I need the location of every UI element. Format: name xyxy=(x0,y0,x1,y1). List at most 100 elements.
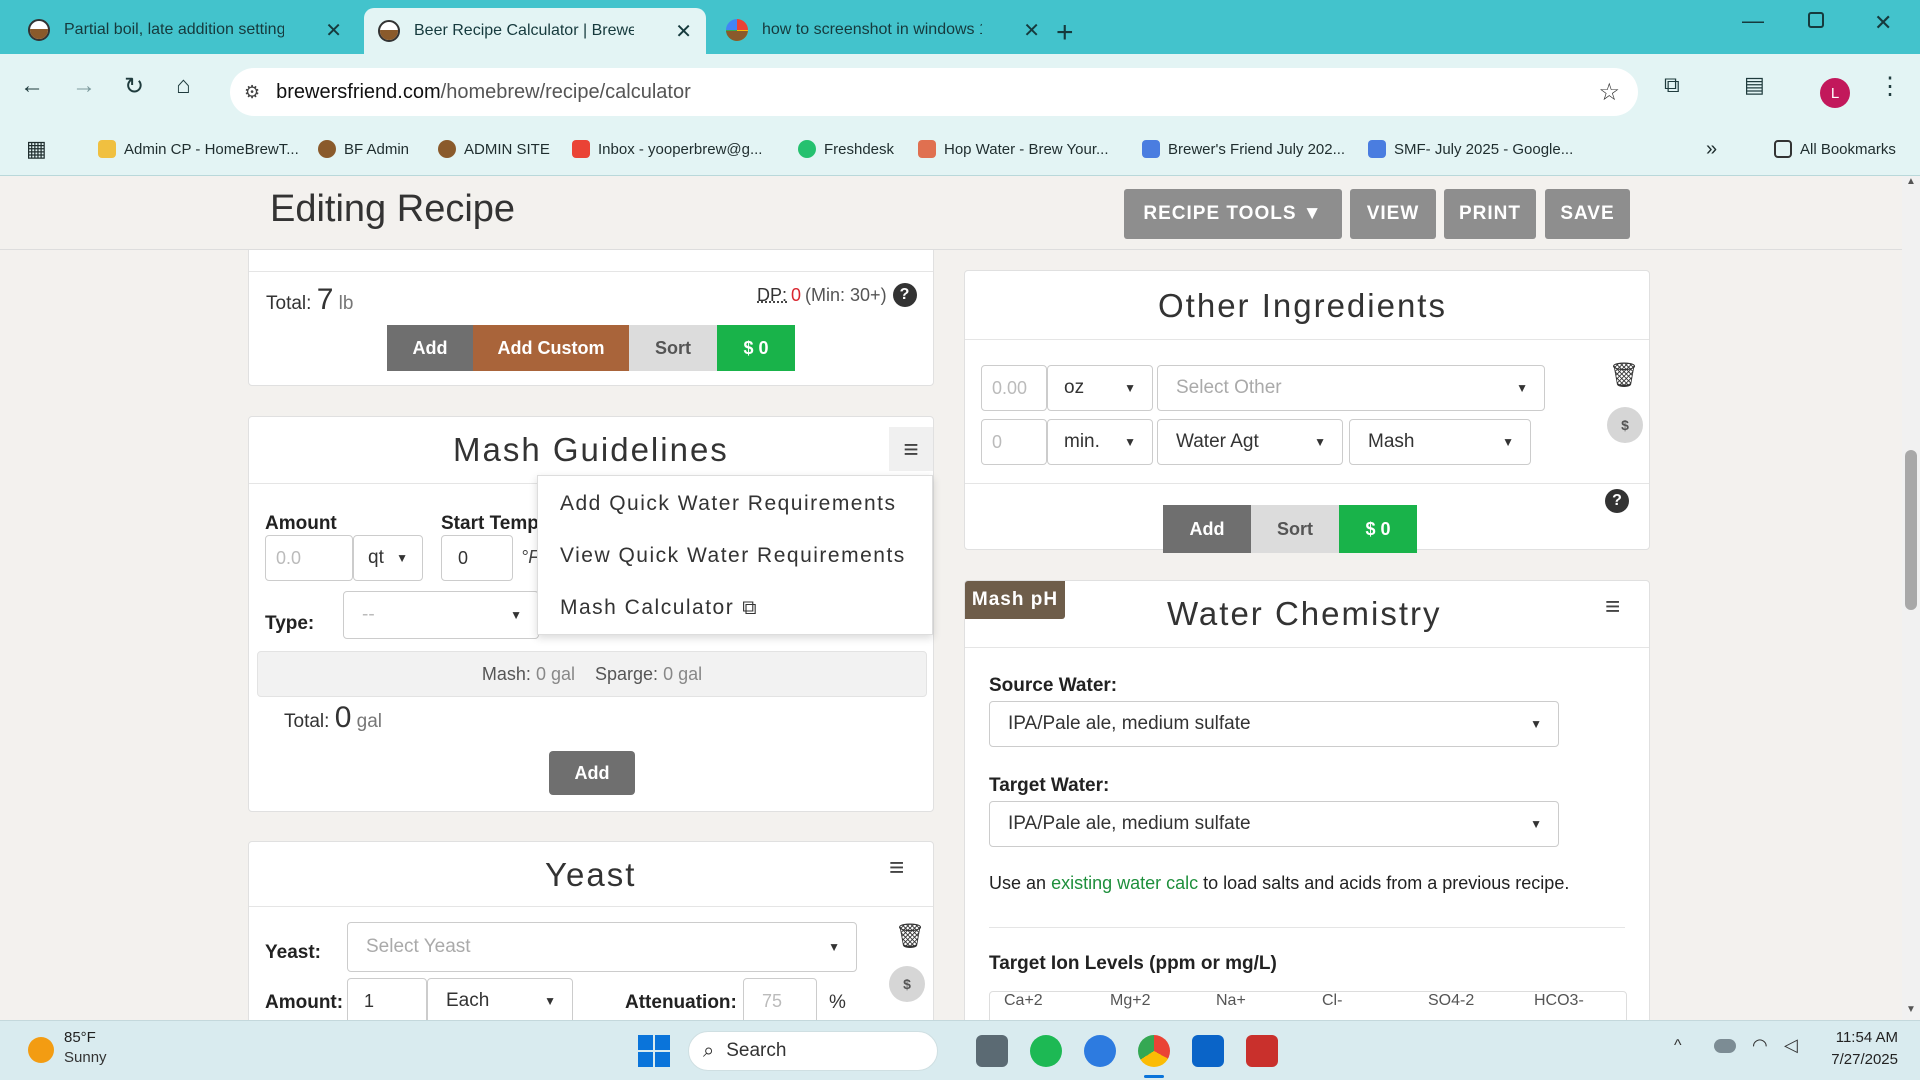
bookmark-inbox[interactable]: Inbox - yooperbrew@g... xyxy=(572,140,762,158)
fermentables-cost-button[interactable]: $ 0 xyxy=(717,325,795,371)
other-type-select[interactable]: Water Agt ▼ xyxy=(1157,419,1343,465)
help-icon[interactable]: ? xyxy=(1605,489,1629,513)
sort-other-button[interactable]: Sort xyxy=(1251,505,1339,553)
sun-weather-icon[interactable] xyxy=(28,1037,54,1063)
select-other-ingredient[interactable]: Select Other ▼ xyxy=(1157,365,1545,411)
save-button[interactable]: SAVE xyxy=(1545,189,1630,239)
restore-icon[interactable] xyxy=(1808,12,1824,28)
water-menu-icon[interactable]: ≡ xyxy=(1605,591,1620,622)
freshdesk-icon xyxy=(798,140,816,158)
other-time-unit-select[interactable]: min. ▼ xyxy=(1047,419,1153,465)
bookmark-star-icon[interactable]: ☆ xyxy=(1598,78,1620,107)
volume-icon[interactable]: ◁ xyxy=(1784,1035,1798,1056)
other-cost-icon[interactable]: $ xyxy=(1607,407,1643,443)
more-bookmarks-icon[interactable]: » xyxy=(1706,138,1717,161)
onedrive-icon[interactable] xyxy=(1714,1039,1736,1053)
tab-recipe-calculator[interactable]: Beer Recipe Calculator | Brewer's Frien … xyxy=(364,8,706,54)
sort-fermentables-button[interactable]: Sort xyxy=(629,325,717,371)
mash-amount-unit-select[interactable]: qt ▼ xyxy=(353,535,423,581)
clock-date[interactable]: 7/27/2025 xyxy=(1808,1051,1898,1068)
window-close-icon[interactable]: ✕ xyxy=(1874,10,1892,36)
outlook-icon[interactable] xyxy=(1192,1035,1224,1067)
mash-amount-input[interactable]: 0.0 xyxy=(265,535,353,581)
menu-item-view-quick-water[interactable]: View Quick Water Requirements xyxy=(560,544,906,568)
ion-chloride: Cl- xyxy=(1322,992,1343,1009)
bookmark-bf-admin[interactable]: BF Admin xyxy=(318,140,409,158)
minimize-icon[interactable]: — xyxy=(1742,8,1764,34)
help-icon[interactable]: ? xyxy=(892,283,917,307)
view-button[interactable]: VIEW xyxy=(1350,189,1436,239)
bookmark-admin-site[interactable]: ADMIN SITE xyxy=(438,140,550,158)
print-button[interactable]: PRINT xyxy=(1444,189,1536,239)
show-hidden-icons[interactable]: ^ xyxy=(1674,1037,1682,1055)
home-icon[interactable]: ⌂ xyxy=(176,72,191,100)
clock-time[interactable]: 11:54 AM xyxy=(1808,1029,1898,1046)
tab-google-search[interactable]: how to screenshot in windows 11 - Go ✕ xyxy=(712,8,1054,52)
snipping-tool-icon[interactable] xyxy=(1246,1035,1278,1067)
spotify-icon[interactable] xyxy=(1030,1035,1062,1067)
add-other-button[interactable]: Add xyxy=(1163,505,1251,553)
source-water-label: Source Water: xyxy=(989,675,1118,696)
page-scrollbar[interactable]: ▲ ▼ xyxy=(1902,176,1920,1020)
task-view-icon[interactable] xyxy=(976,1035,1008,1067)
site-info-icon[interactable]: ⚙ xyxy=(244,82,260,103)
url-path: /homebrew/recipe/calculator xyxy=(440,80,691,103)
other-cost-button[interactable]: $ 0 xyxy=(1339,505,1417,553)
bookmark-admin-cp[interactable]: Admin CP - HomeBrewT... xyxy=(98,140,299,158)
chrome-icon[interactable] xyxy=(1138,1035,1170,1067)
bookmark-freshdesk[interactable]: Freshdesk xyxy=(798,140,894,158)
tab-partial-boil[interactable]: Partial boil, late addition settings | M… xyxy=(14,8,356,52)
start-temp-input[interactable]: 0 xyxy=(441,535,513,581)
address-bar[interactable]: ⚙ brewersfriend.com/homebrew/recipe/calc… xyxy=(230,68,1638,116)
scrollbar-thumb[interactable] xyxy=(1905,450,1917,610)
add-custom-fermentable-button[interactable]: Add Custom xyxy=(473,325,629,371)
menu-item-add-quick-water[interactable]: Add Quick Water Requirements xyxy=(560,492,897,516)
yeast-amount-input[interactable]: 1 xyxy=(347,978,427,1020)
other-qty-unit-select[interactable]: oz ▼ xyxy=(1047,365,1153,411)
source-water-select[interactable]: IPA/Pale ale, medium sulfate ▼ xyxy=(989,701,1559,747)
mash-menu-icon[interactable]: ≡ xyxy=(889,427,933,471)
reload-icon[interactable]: ↻ xyxy=(124,72,144,101)
yeast-select[interactable]: Select Yeast ▼ xyxy=(347,922,857,972)
windows-start-icon[interactable] xyxy=(638,1035,670,1067)
back-icon[interactable]: ← xyxy=(20,72,44,100)
yeast-menu-icon[interactable]: ≡ xyxy=(889,852,904,883)
add-fermentable-button[interactable]: Add xyxy=(387,325,473,371)
existing-water-calc-link[interactable]: existing water calc xyxy=(1051,873,1198,893)
firefox-icon[interactable] xyxy=(1084,1035,1116,1067)
other-use-select[interactable]: Mash ▼ xyxy=(1349,419,1531,465)
mash-type-select[interactable]: -- ▼ xyxy=(343,591,539,639)
close-tab-icon[interactable]: ✕ xyxy=(675,19,692,44)
scroll-up-icon[interactable]: ▲ xyxy=(1906,176,1916,187)
wifi-icon[interactable]: ◠ xyxy=(1752,1035,1768,1056)
menu-kebab-icon[interactable]: ⋮ xyxy=(1878,72,1902,101)
tab-title: Beer Recipe Calculator | Brewer's Frien xyxy=(414,22,634,39)
yeast-unit-select[interactable]: Each ▼ xyxy=(427,978,573,1020)
add-mash-step-button[interactable]: Add xyxy=(549,751,635,795)
trash-icon[interactable]: 🗑 xyxy=(895,922,925,951)
target-water-select[interactable]: IPA/Pale ale, medium sulfate ▼ xyxy=(989,801,1559,847)
scroll-down-icon[interactable]: ▼ xyxy=(1906,1004,1916,1015)
recipe-tools-button[interactable]: RECIPE TOOLS ▼ xyxy=(1124,189,1342,239)
new-tab-icon[interactable]: + xyxy=(1056,16,1074,50)
yeast-cost-icon[interactable]: $ xyxy=(889,966,925,1002)
mash-type-label: Type: xyxy=(265,613,315,634)
other-time-input[interactable]: 0 xyxy=(981,419,1047,465)
bookmark-smf-july[interactable]: SMF- July 2025 - Google... xyxy=(1368,140,1573,158)
tab-search-icon[interactable]: ▤ xyxy=(1744,72,1765,98)
trash-icon[interactable]: 🗑 xyxy=(1609,361,1639,390)
mash-ph-badge[interactable]: Mash pH xyxy=(965,581,1065,619)
attenuation-input[interactable]: 75 xyxy=(743,978,817,1020)
all-bookmarks[interactable]: All Bookmarks xyxy=(1774,140,1896,158)
forward-icon[interactable]: → xyxy=(72,72,96,100)
bookmark-hop-water[interactable]: Hop Water - Brew Your... xyxy=(918,140,1109,158)
apps-grid-icon[interactable]: ▦ xyxy=(26,136,47,162)
bookmark-bf-july[interactable]: Brewer's Friend July 202... xyxy=(1142,140,1345,158)
extensions-icon[interactable]: ⧉ xyxy=(1664,72,1680,98)
close-tab-icon[interactable]: ✕ xyxy=(1023,18,1040,43)
profile-avatar[interactable]: L xyxy=(1820,78,1850,108)
close-tab-icon[interactable]: ✕ xyxy=(325,18,342,43)
menu-item-mash-calculator[interactable]: Mash Calculator ⧉ xyxy=(560,596,758,620)
taskbar-search[interactable]: ⌕ Search xyxy=(688,1031,938,1071)
other-qty-input[interactable]: 0.00 xyxy=(981,365,1047,411)
